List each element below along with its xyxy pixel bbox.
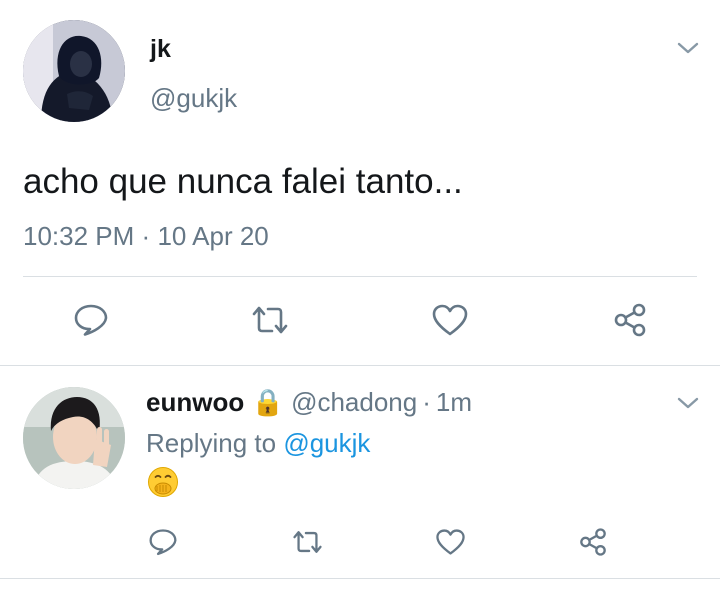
hooded-figure-image <box>23 20 125 122</box>
replying-prefix: Replying to <box>146 428 284 458</box>
divider <box>0 365 720 366</box>
author-name[interactable]: jk <box>150 34 171 64</box>
tweet-timestamp[interactable]: 10:32 PM · 10 Apr 20 <box>23 220 269 252</box>
replying-to: Replying to @gukjk <box>146 427 370 459</box>
tweet-date: 10 Apr 20 <box>157 221 269 251</box>
retweet-icon <box>252 306 288 334</box>
meta-separator: · <box>141 221 151 251</box>
share-button[interactable] <box>608 298 652 342</box>
author-avatar[interactable] <box>23 20 125 122</box>
profile-photo-image <box>23 387 125 489</box>
heart-icon <box>435 529 465 555</box>
reply-author-avatar[interactable] <box>23 387 125 489</box>
share-icon <box>614 303 646 337</box>
tweet-text: acho que nunca falei tanto... <box>23 162 463 201</box>
lock-icon: 🔒 <box>251 387 284 417</box>
divider <box>23 276 697 277</box>
reply-author-name[interactable]: eunwoo <box>146 387 244 417</box>
heart-icon <box>432 304 468 336</box>
reply-button[interactable] <box>141 520 185 564</box>
chevron-down-icon[interactable] <box>676 40 700 56</box>
comment-icon <box>74 304 108 336</box>
like-button[interactable] <box>428 298 472 342</box>
chevron-down-icon[interactable] <box>676 395 700 411</box>
retweet-icon <box>292 531 322 553</box>
comment-icon <box>149 529 177 556</box>
meta-separator: · <box>422 387 431 417</box>
like-button[interactable] <box>428 520 472 564</box>
retweet-button[interactable] <box>248 298 292 342</box>
face-with-hand-over-mouth-icon <box>147 466 179 498</box>
retweet-button[interactable] <box>285 520 329 564</box>
share-button[interactable] <box>571 520 615 564</box>
reply-header: eunwoo 🔒 @chadong · 1m <box>146 386 472 418</box>
author-handle[interactable]: @gukjk <box>150 82 237 114</box>
reply-button[interactable] <box>69 298 113 342</box>
reply-age[interactable]: 1m <box>436 387 472 417</box>
replying-handle-link[interactable]: @gukjk <box>283 428 370 458</box>
divider <box>0 578 720 579</box>
tweet-time: 10:32 PM <box>23 221 135 251</box>
share-icon <box>580 528 606 556</box>
reply-author-handle[interactable]: @chadong <box>291 387 417 417</box>
